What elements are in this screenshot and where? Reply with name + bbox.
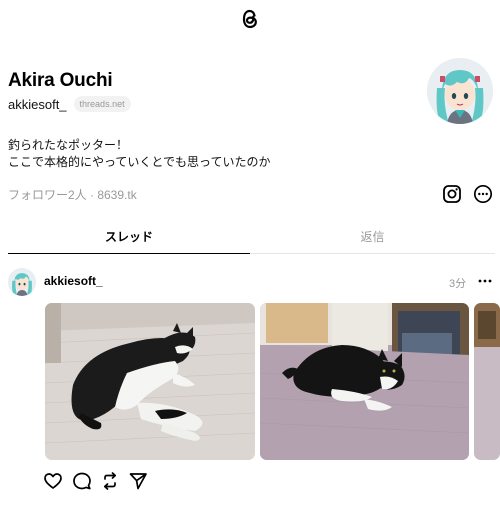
domain-badge[interactable]: threads.net (73, 96, 131, 112)
send-icon[interactable] (128, 471, 148, 491)
heart-icon[interactable] (43, 471, 63, 491)
post-photo[interactable] (260, 303, 469, 460)
bio-line: ここで本格的にやっていくとでも思っていたのか (8, 155, 271, 169)
profile-avatar[interactable] (427, 58, 493, 124)
instagram-icon[interactable] (442, 184, 462, 204)
bio-line: 釣られたなポッター！ (8, 138, 129, 152)
comment-icon[interactable] (72, 471, 92, 491)
repost-icon[interactable] (100, 471, 120, 491)
more-circle-icon[interactable] (473, 184, 493, 204)
tab-replies[interactable]: 返信 (250, 220, 495, 254)
threads-logo-icon[interactable] (238, 6, 262, 32)
profile-display-name: Akira Ouchi (8, 70, 113, 91)
post-photo[interactable] (45, 303, 255, 460)
profile-tabs: スレッド 返信 (0, 220, 500, 254)
profile-handle-row: akkiesoft_ threads.net (8, 94, 131, 114)
post-timestamp: 3分 (449, 278, 467, 290)
post-username[interactable]: akkiesoft_ (44, 274, 103, 288)
post-avatar[interactable] (8, 268, 36, 296)
profile-bio: 釣られたなポッター！ ここで本格的にやっていくとでも思っていたのか (8, 137, 270, 171)
followers-link[interactable]: フォロワー2人 · 8639.tk (8, 186, 137, 203)
post-photo[interactable] (474, 303, 500, 460)
post-more-icon[interactable] (478, 278, 492, 284)
profile-handle: akkiesoft_ (8, 96, 67, 112)
tab-threads[interactable]: スレッド (8, 220, 250, 254)
